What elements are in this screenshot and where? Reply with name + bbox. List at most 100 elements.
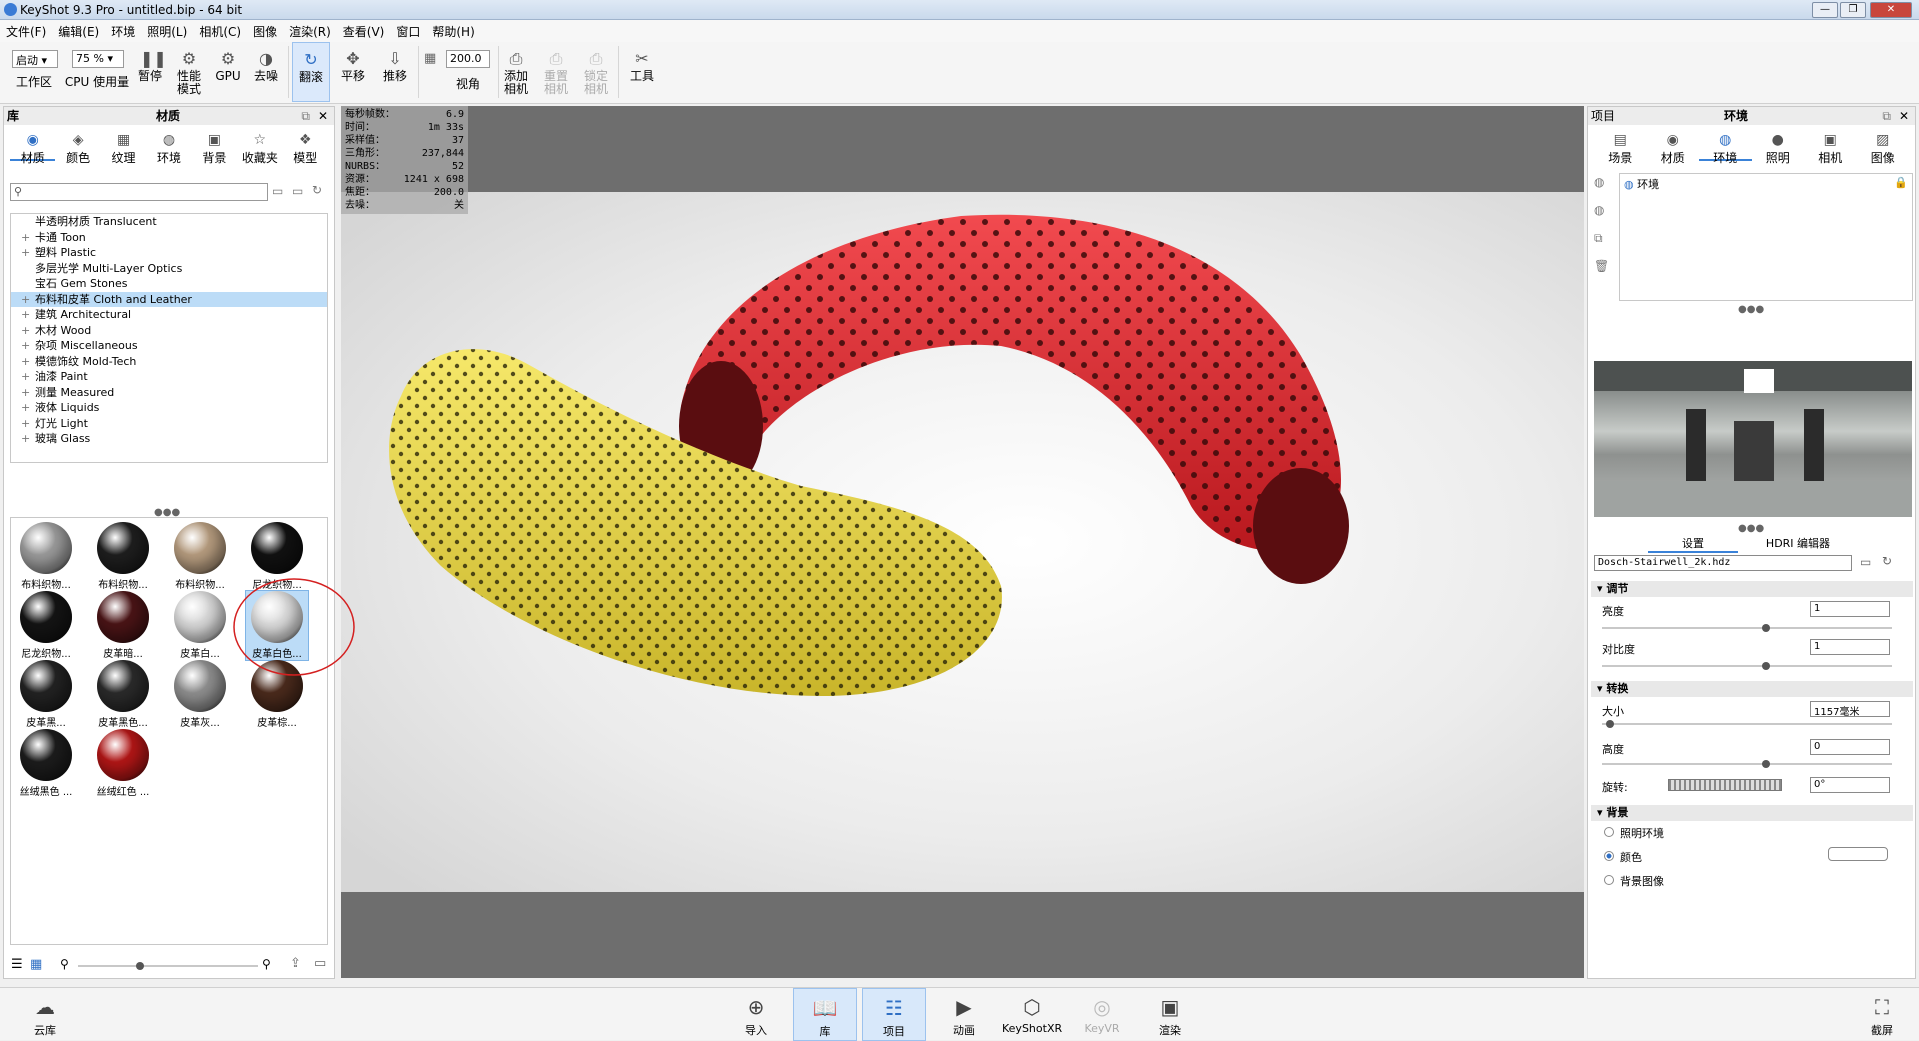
refresh-icon[interactable]: ↻ (312, 183, 322, 197)
resize-handle-icon[interactable]: ●●● (1738, 523, 1764, 534)
menu-camera[interactable]: 相机(C) (193, 20, 247, 43)
menu-render[interactable]: 渲染(R) (283, 20, 337, 43)
tree-item[interactable]: + 塑料 Plastic (11, 245, 327, 261)
contrast-input[interactable]: 1 (1810, 639, 1890, 655)
float-icon[interactable]: ⧉ (301, 107, 310, 125)
tree-item[interactable]: + 木材 Wood (11, 323, 327, 339)
rotation-jog-wheel[interactable] (1668, 779, 1782, 791)
tab-models[interactable]: ❖ 模型 (283, 131, 328, 165)
tree-item[interactable]: + 建筑 Architectural (11, 307, 327, 323)
environment-list-item[interactable]: ◍ 环境 🔒 (1620, 174, 1912, 194)
material-thumbnail[interactable]: 尼龙织物... (15, 591, 77, 660)
tree-item[interactable]: + 布料和皮革 Cloth and Leather (11, 291, 327, 307)
cloud-library-button[interactable]: ☁ 云库 (20, 988, 70, 1041)
expand-icon[interactable]: + (21, 307, 35, 322)
tree-item[interactable]: + 模德饰纹 Mold-Tech (11, 354, 327, 370)
tree-item[interactable]: + 灯光 Light (11, 416, 327, 432)
pan-button[interactable]: ✥ 平移 (334, 42, 372, 102)
folder-open-icon[interactable]: ▭ (1860, 555, 1871, 569)
animation-button[interactable]: ▶ 动画 (944, 988, 984, 1041)
menu-view[interactable]: 查看(V) (337, 20, 391, 43)
tree-item[interactable]: 多层光学 Multi-Layer Optics (11, 261, 327, 277)
tree-item[interactable]: + 卡通 Toon (11, 230, 327, 246)
tools-button[interactable]: ✂ 工具 (624, 42, 660, 102)
size-input[interactable]: 1157毫米 (1810, 701, 1890, 718)
material-thumbnail[interactable]: 皮革白... (169, 591, 231, 660)
expand-icon[interactable]: + (21, 245, 35, 260)
tab-environment[interactable]: ◍ 环境 (1699, 131, 1752, 165)
tab-camera[interactable]: ▣ 相机 (1804, 131, 1857, 165)
hdri-file-field[interactable]: Dosch-Stairwell_2k.hdz (1594, 555, 1852, 571)
material-thumbnail[interactable]: 皮革黑色... (92, 660, 154, 729)
material-thumbnail[interactable]: 丝绒黑色 ... (15, 729, 77, 798)
menu-lighting[interactable]: 照明(L) (141, 20, 193, 43)
pause-button[interactable]: ❚❚ 暂停 (134, 42, 167, 102)
zoom-in-icon[interactable]: ⚲ (262, 957, 271, 971)
close-button[interactable]: ✕ (1870, 2, 1912, 18)
material-thumbnail[interactable]: 布料织物... (15, 522, 77, 591)
minimize-button[interactable]: — (1812, 2, 1838, 18)
lock-icon[interactable]: 🔒 (1894, 176, 1908, 189)
tab-scene[interactable]: ▤ 场景 (1594, 131, 1647, 165)
reset-camera-button[interactable]: ⎙ 重置相机 (540, 42, 572, 102)
library-search-input[interactable]: ⚲ (10, 183, 268, 201)
expand-icon[interactable]: + (21, 416, 35, 431)
tree-item[interactable]: 半透明材质 Translucent (11, 214, 327, 230)
menu-environment[interactable]: 环境 (105, 20, 141, 43)
tab-textures[interactable]: ▦ 纹理 (101, 131, 146, 165)
add-environment-icon[interactable]: ◍ (1594, 175, 1604, 189)
tree-item[interactable]: 宝石 Gem Stones (11, 276, 327, 292)
screenshot-button[interactable]: ⛶ 截屏 (1860, 988, 1904, 1041)
tumble-button[interactable]: ↻ 翻滚 (292, 42, 330, 102)
project-button[interactable]: ☷ 项目 (862, 988, 926, 1041)
brightness-input[interactable]: 1 (1810, 601, 1890, 617)
keyshotxr-button[interactable]: ⬡ KeyShotXR (1002, 988, 1062, 1041)
material-thumbnail[interactable]: 皮革灰... (169, 660, 231, 729)
tree-item[interactable]: + 液体 Liquids (11, 400, 327, 416)
height-slider[interactable] (1602, 760, 1892, 768)
brightness-slider[interactable] (1602, 624, 1892, 632)
render-button[interactable]: ▣ 渲染 (1150, 988, 1190, 1041)
render-viewport[interactable]: 每秒帧数： 6.9 时间： 1m 33s 采样值： 37 三角形： 237,844 NURBS：… (341, 106, 1584, 978)
expand-icon[interactable]: + (21, 230, 35, 245)
expand-icon[interactable]: + (21, 369, 35, 384)
tree-item[interactable]: + 油漆 Paint (11, 369, 327, 385)
section-transform[interactable]: ▾ 转换 (1591, 681, 1913, 697)
copy-environment-icon[interactable]: ⧉ (1594, 231, 1603, 246)
tree-item[interactable]: + 杂项 Miscellaneous (11, 338, 327, 354)
delete-icon[interactable]: 🗑 (1594, 259, 1609, 273)
section-background[interactable]: ▾ 背景 (1591, 805, 1913, 821)
float-icon[interactable]: ⧉ (1882, 107, 1891, 125)
material-thumbnail[interactable]: 丝绒红色 ... (92, 729, 154, 798)
grid-view-icon[interactable]: ▦ (30, 957, 42, 972)
tree-item[interactable]: + 测量 Measured (11, 385, 327, 401)
radio-color[interactable] (1604, 851, 1614, 861)
resize-handle-icon[interactable]: ●●● (1738, 304, 1764, 315)
hdri-preview[interactable] (1594, 361, 1912, 517)
menu-help[interactable]: 帮助(H) (426, 20, 480, 43)
performance-mode-button[interactable]: ⚙ 性能模式 (172, 42, 206, 102)
rotation-input[interactable]: 0° (1810, 777, 1890, 793)
add-camera-button[interactable]: ⎙ 添加相机 (500, 42, 532, 102)
expand-icon[interactable]: + (21, 338, 35, 353)
contrast-slider[interactable] (1602, 662, 1892, 670)
height-input[interactable]: 0 (1810, 739, 1890, 755)
keyvr-button[interactable]: ◎ KeyVR (1080, 988, 1124, 1041)
expand-icon[interactable]: + (21, 400, 35, 415)
tab-hdri-editor[interactable]: HDRI 编辑器 (1748, 535, 1848, 551)
tab-settings[interactable]: 设置 (1648, 535, 1738, 553)
tab-backplates[interactable]: ▣ 背景 (192, 131, 237, 165)
menu-window[interactable]: 窗口 (390, 20, 426, 43)
radio-lighting-environment[interactable] (1604, 827, 1614, 837)
folder-icon[interactable]: ▭ (272, 184, 283, 198)
denoise-button[interactable]: ◑ 去噪 (248, 42, 284, 102)
tab-material[interactable]: ◉ 材质 (1647, 131, 1700, 165)
library-button[interactable]: 📖 库 (793, 988, 857, 1041)
folder-add-icon[interactable]: ▭ (292, 184, 303, 198)
thumbnail-size-slider[interactable] (78, 962, 258, 970)
tab-image[interactable]: ▨ 图像 (1857, 131, 1910, 165)
section-adjust[interactable]: ▾ 调节 (1591, 581, 1913, 597)
lock-camera-button[interactable]: ⎙ 锁定相机 (580, 42, 612, 102)
tab-lighting[interactable]: ● 照明 (1752, 131, 1805, 165)
tab-environments[interactable]: ◍ 环境 (146, 131, 191, 165)
